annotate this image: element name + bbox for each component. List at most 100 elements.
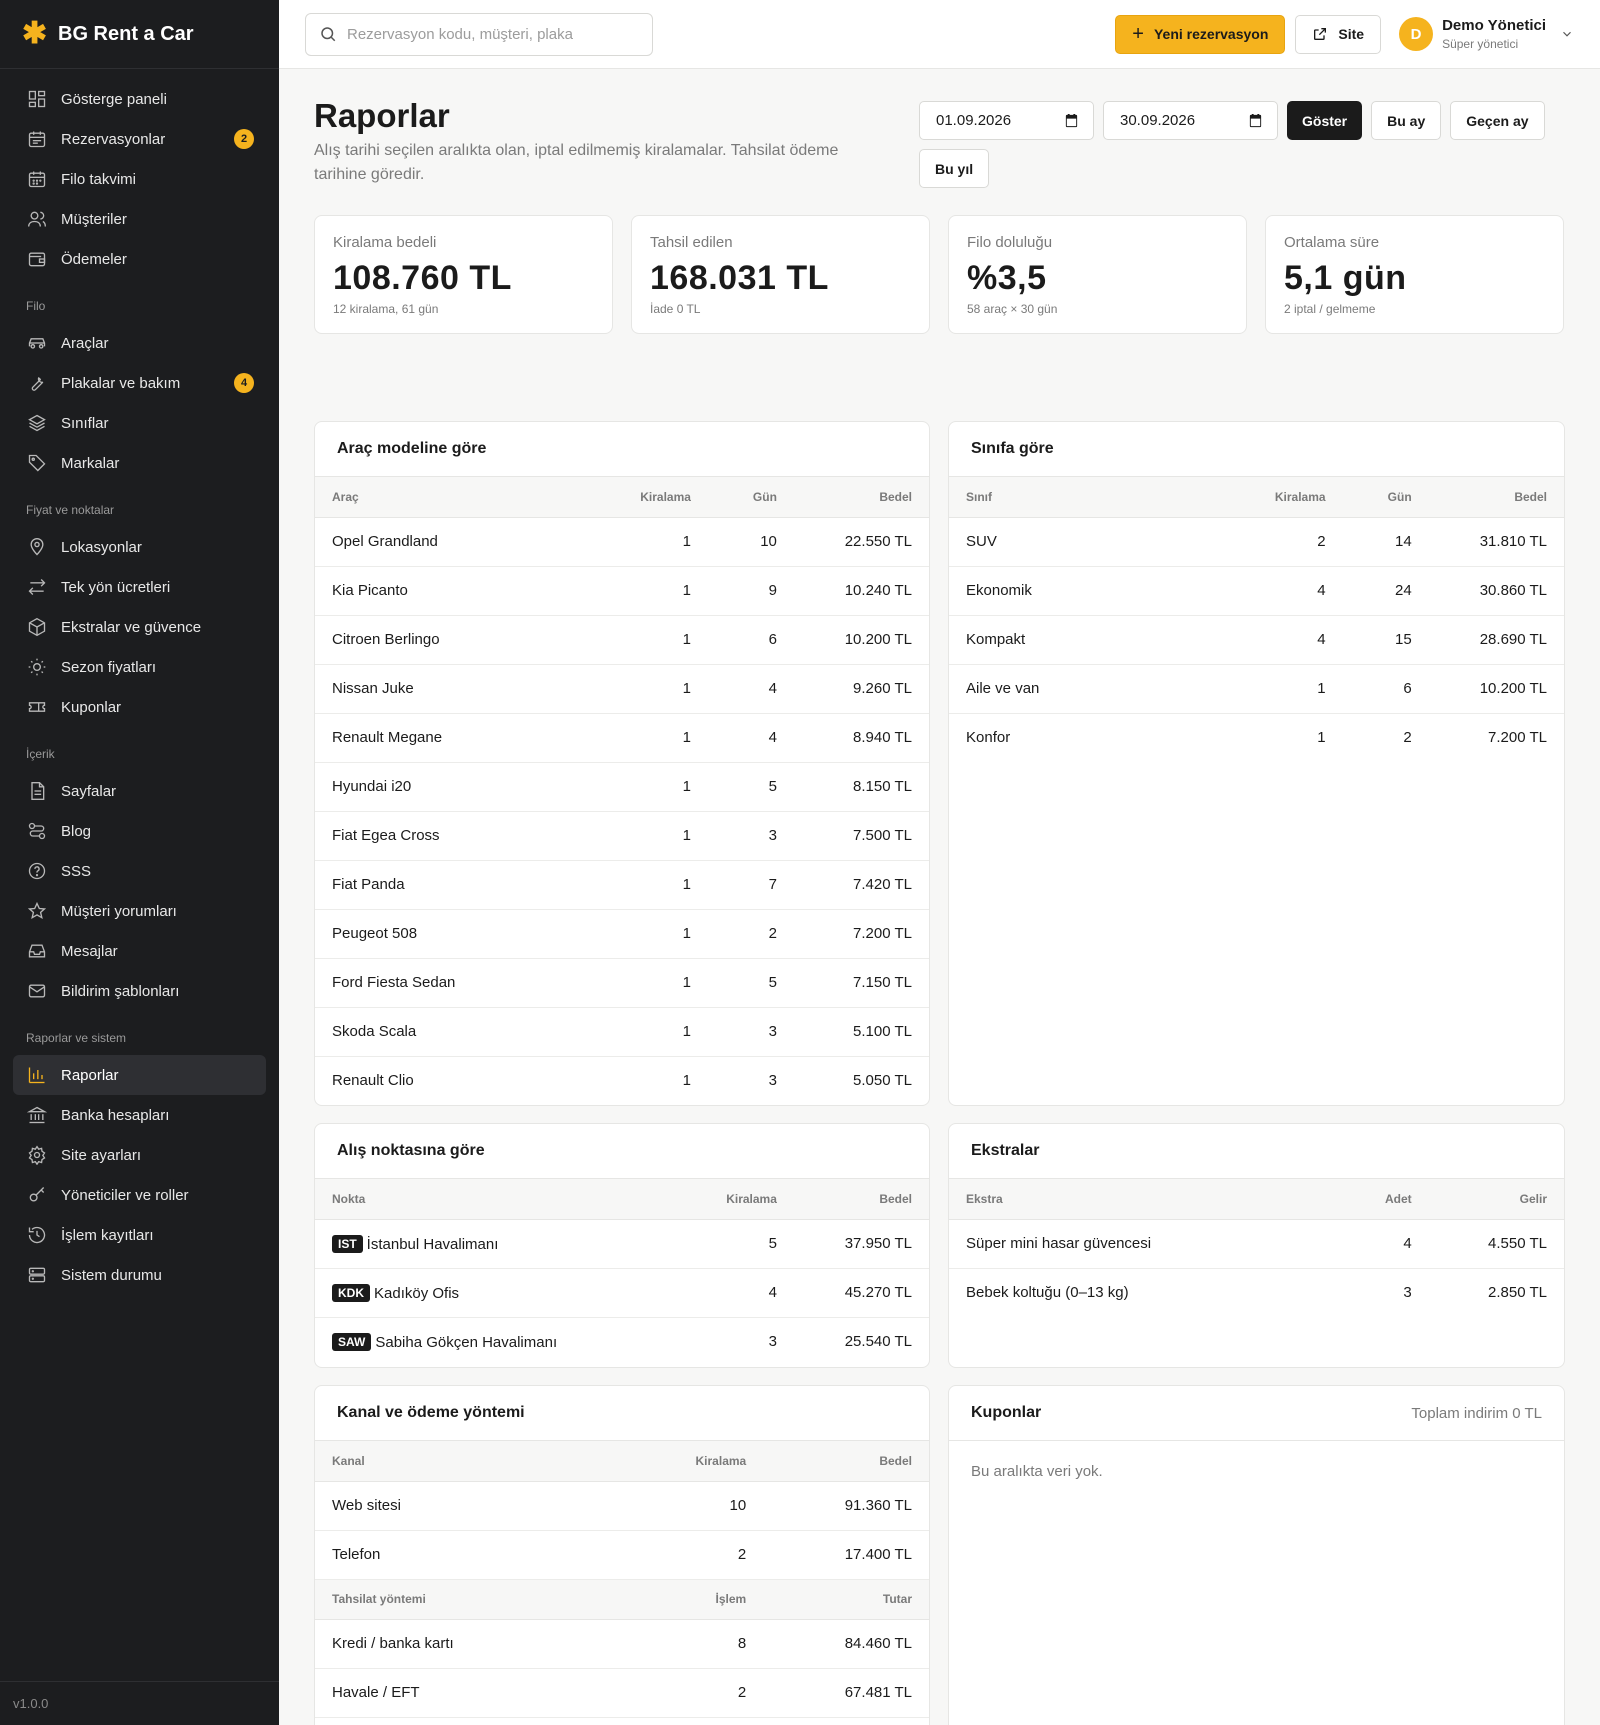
table-cell: 2 [652, 1668, 764, 1718]
nav-section-title: Fiyat ve noktalar [26, 503, 115, 517]
search-box[interactable] [305, 12, 653, 56]
main-area: + Yeni rezervasyon Site D Demo Yönetici … [279, 0, 1600, 1725]
column-header[interactable]: Kiralama [1231, 477, 1343, 518]
sidebar-item-key[interactable]: Yöneticiler ve roller [13, 1175, 266, 1215]
column-header[interactable]: Kanal [315, 1441, 653, 1482]
sidebar-item-wallet[interactable]: Ödemeler [13, 239, 266, 279]
sidebar-item-ticket[interactable]: Kuponlar [13, 687, 266, 727]
sidebar-item-package[interactable]: Ekstralar ve güvence [13, 607, 266, 647]
sidebar-item-file[interactable]: Sayfalar [13, 771, 266, 811]
search-input[interactable] [347, 25, 637, 43]
new-reservation-button[interactable]: + Yeni rezervasyon [1115, 14, 1286, 54]
site-button[interactable]: Site [1295, 14, 1382, 54]
table-cell: 3 [768, 1333, 777, 1351]
column-header[interactable]: Tutar [763, 1579, 929, 1620]
this-year-button[interactable]: Bu yıl [919, 149, 990, 188]
by-class-card: Sınıfa göre Sınıf Kiralama Gün Bedel SUV 2 14 3… [948, 421, 1565, 1106]
table-cell: 7.200 TL [793, 909, 929, 959]
sidebar-item-label: Müşteriler [61, 210, 127, 228]
sidebar-item-bar-chart[interactable]: Raporlar [13, 1055, 266, 1095]
sidebar-item-users[interactable]: Müşteriler [13, 199, 266, 239]
users-icon [26, 208, 48, 230]
table-cell: 4 [707, 664, 794, 714]
column-header[interactable]: Nokta [315, 1179, 684, 1220]
show-button[interactable]: Göster [1287, 101, 1363, 140]
table-cell: Ofiste ödeme [315, 1717, 653, 1725]
sidebar-item-inbox[interactable]: Mesajlar [13, 931, 266, 971]
table-cell: 16.090 TL [763, 1717, 929, 1725]
column-header[interactable]: Gün [1342, 477, 1429, 518]
table-cell: 5 [707, 762, 794, 812]
location-name: Sabiha Gökçen Havalimanı [375, 1333, 558, 1351]
sidebar-item-star[interactable]: Müşteri yorumları [13, 891, 266, 931]
date-to-input[interactable]: 30.09.2026 [1103, 101, 1278, 140]
column-header[interactable]: Kiralama [597, 477, 708, 518]
column-header[interactable]: Araç [315, 477, 598, 518]
column-header[interactable]: Bedel [793, 1179, 929, 1220]
table-cell: 5.050 TL [853, 1072, 912, 1090]
user-role: Süper yönetici [1442, 37, 1519, 51]
column-header[interactable]: Gün [707, 477, 794, 518]
sidebar-item-layers[interactable]: Sınıflar [13, 403, 266, 443]
tag-icon [26, 452, 48, 474]
sidebar-item-label: Tek yön ücretleri [61, 578, 171, 596]
user-menu[interactable]: D Demo Yönetici Süper yönetici [1399, 17, 1574, 51]
last-month-button[interactable]: Geçen ay [1450, 101, 1545, 140]
column-header[interactable]: İşlem [652, 1579, 764, 1620]
coupons-total: Toplam indirim 0 TL [1411, 1404, 1542, 1422]
sidebar-item-server[interactable]: Sistem durumu [13, 1255, 266, 1295]
sidebar-item-history[interactable]: İşlem kayıtları [13, 1215, 266, 1255]
sidebar-item-help[interactable]: SSS [13, 851, 266, 891]
table-row: SUV 2 14 31.810 TL [949, 517, 1564, 567]
sidebar-item-arrows[interactable]: Tek yön ücretleri [13, 567, 266, 607]
new-reservation-label: Yeni rezervasyon [1153, 26, 1269, 42]
history-icon [26, 1224, 48, 1246]
sidebar-item-blog[interactable]: Blog [13, 811, 266, 851]
sidebar-item-calendar-grid[interactable]: Filo takvimi [13, 159, 266, 199]
stat-card: Filo doluluğu %3,5 58 araç × 30 gün [948, 215, 1247, 334]
site-label: Site [1338, 26, 1365, 42]
mail-icon [26, 980, 48, 1002]
sidebar-item-mail[interactable]: Bildirim şablonları [13, 971, 266, 1011]
table-cell: 8 [652, 1619, 764, 1669]
sidebar-item-wrench[interactable]: Plakalar ve bakım 4 [13, 363, 266, 403]
sidebar-item-label: Sistem durumu [61, 1266, 162, 1284]
sidebar-item-gear[interactable]: Site ayarları [13, 1135, 266, 1175]
this-month-button[interactable]: Bu ay [1371, 101, 1442, 140]
sidebar-item-calendar[interactable]: Rezervasyonlar 2 [13, 119, 266, 159]
extras-table: Ekstra Adet Gelir Süper mini hasar güvences… [949, 1179, 1564, 1317]
column-header[interactable]: Kiralama [683, 1179, 794, 1220]
column-header[interactable]: Sınıf [949, 477, 1232, 518]
table-cell: Web sitesi [315, 1481, 653, 1531]
column-header[interactable]: Bedel [1428, 477, 1564, 518]
column-header[interactable]: Kiralama [652, 1441, 764, 1482]
sidebar-item-bank[interactable]: Banka hesapları [13, 1095, 266, 1135]
sidebar-item-label: Banka hesapları [61, 1106, 170, 1124]
table-cell: 14 [1342, 517, 1429, 567]
gear-icon [26, 1144, 48, 1166]
column-header[interactable]: Tahsilat yöntemi [315, 1579, 653, 1620]
table-row: Web sitesi 10 91.360 TL [315, 1481, 929, 1531]
sidebar-item-tag[interactable]: Markalar [13, 443, 266, 483]
table-row: Ford Fiesta Sedan 1 5 7.150 TL [315, 958, 929, 1008]
column-header[interactable]: Bedel [793, 477, 929, 518]
brand[interactable]: ✱ BG Rent a Car [0, 0, 279, 69]
date-filters: 01.09.2026 30.09.2026 Göster Bu ay Geçen… [919, 101, 1600, 188]
table-cell: 10.240 TL [793, 566, 929, 616]
table-cell: 1 [597, 860, 708, 910]
sidebar-item-sun[interactable]: Sezon fiyatları [13, 647, 266, 687]
table-cell: 31.810 TL [1428, 517, 1564, 567]
stat-value: 168.031 TL [650, 259, 829, 297]
column-header[interactable]: Gelir [1428, 1179, 1564, 1220]
stat-label: Ortalama süre [1284, 234, 1380, 251]
column-header[interactable]: Ekstra [949, 1179, 1318, 1220]
sidebar-item-label: Ekstralar ve güvence [61, 618, 202, 636]
sidebar-item-label: Sınıflar [61, 414, 109, 432]
table-cell: 1 [597, 713, 708, 763]
column-header[interactable]: Adet [1318, 1179, 1429, 1220]
date-from-input[interactable]: 01.09.2026 [919, 101, 1094, 140]
sidebar-item-dashboard[interactable]: Gösterge paneli [13, 79, 266, 119]
column-header[interactable]: Bedel [763, 1441, 929, 1482]
sidebar-item-car[interactable]: Araçlar [13, 323, 266, 363]
sidebar-item-map-pin[interactable]: Lokasyonlar [13, 527, 266, 567]
